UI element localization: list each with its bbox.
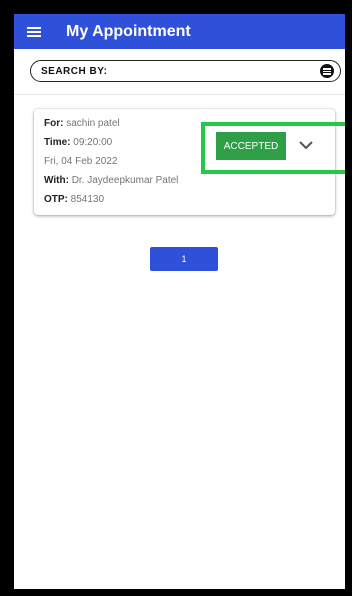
time-line: Time: 09:20:00 [44,137,112,148]
otp-value: 854130 [70,194,105,205]
otp-line: OTP: 854130 [44,194,104,205]
time-label: Time: [44,137,71,148]
search-bar[interactable]: SEARCH BY: [30,60,341,82]
otp-label: OTP: [44,194,68,205]
page-button[interactable]: 1 [150,247,218,271]
with-label: With: [44,175,69,186]
for-line: For: sachin patel [44,118,120,129]
chevron-down-icon[interactable] [297,138,315,152]
filter-icon[interactable] [320,64,334,78]
app-screen: My Appointment SEARCH BY: For: sachin pa… [14,14,345,589]
for-value: sachin patel [66,118,120,129]
with-value: Dr. Jaydeepkumar Patel [71,175,179,186]
status-badge[interactable]: ACCEPTED [216,132,286,160]
for-label: For: [44,118,64,129]
divider [14,94,345,95]
app-bar: My Appointment [14,14,345,49]
search-label: SEARCH BY: [41,65,108,77]
menu-icon [27,26,41,37]
time-value: 09:20:00 [73,137,113,148]
with-line: With: Dr. Jaydeepkumar Patel [44,175,178,186]
appointment-date: Fri, 04 Feb 2022 [44,156,118,167]
menu-button[interactable] [14,14,54,49]
page-title: My Appointment [66,22,191,40]
